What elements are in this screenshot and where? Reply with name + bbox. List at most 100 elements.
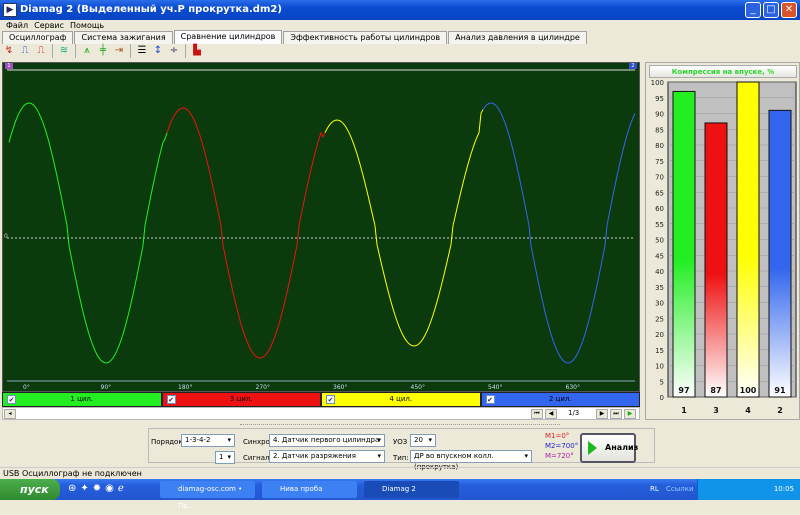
y-tick-label: 10 (655, 363, 664, 371)
cylinder-selector: ✔ 1 цил. ✔ 3 цил. ✔ 4 цил. ✔ 2 цил. (2, 392, 640, 407)
menu-help[interactable]: Помощь (70, 21, 104, 30)
first-page-button[interactable]: ⏮ (531, 409, 543, 419)
close-button[interactable]: ✕ (781, 2, 797, 18)
scroll-left-button[interactable]: ◂ (4, 409, 16, 419)
cylinder-label: 1 цил. (70, 395, 94, 403)
cylinder-4[interactable]: ✔ 4 цил. (321, 392, 481, 407)
zero-label: 0 (4, 233, 8, 240)
x-tick-label: 450° (410, 384, 425, 391)
lines-icon[interactable]: ☰ (135, 44, 149, 58)
task-diamag[interactable]: Diamag 2 (364, 481, 459, 498)
x-tick-label: 0° (23, 384, 30, 391)
x-tick-label: 180° (178, 384, 193, 391)
status-text: USB Осциллограф не подключен (3, 469, 142, 478)
compression-panel: Компрессия на впуске, % 0 5 10 15 20 25 30 35 40… (645, 62, 800, 420)
bar-value-label: 100 (740, 386, 757, 395)
page-indicator: 1/3 (568, 409, 580, 417)
menu-service[interactable]: Сервис (34, 21, 64, 30)
y-tick-label: 80 (655, 142, 664, 150)
scale-icon[interactable]: ↕ (151, 44, 165, 58)
filter-icon[interactable]: ≋ (57, 44, 71, 58)
waveform-cylinder-4 (324, 109, 484, 347)
app-icon: ▶ (3, 3, 17, 17)
tab-ignition[interactable]: Система зажигания (74, 31, 173, 44)
cylinder-1[interactable]: ✔ 1 цил. (2, 392, 162, 407)
signal-select[interactable]: 2. Датчик разряжения (269, 450, 385, 463)
chart-title: Компрессия на впуске, % (649, 65, 797, 78)
tab-oscilloscope[interactable]: Осциллограф (2, 31, 74, 44)
x-tick-label: 270° (255, 384, 270, 391)
marker-m1[interactable]: 1 (5, 63, 13, 69)
bar-value-label: 97 (678, 386, 689, 395)
system-tray: 10:05 (697, 479, 800, 500)
cylinder-2[interactable]: ✔ 2 цил. (480, 392, 640, 407)
tab-cylinder-efficiency[interactable]: Эффективность работы цилиндров (283, 31, 448, 44)
analyze-label: Анализ (605, 443, 639, 452)
task-browser[interactable]: diamag-osc.com • Пр... (160, 481, 255, 510)
y-tick-label: 5 (660, 378, 664, 386)
bar-cylinder-2 (768, 109, 792, 398)
fall-edge-icon[interactable]: ⎍ (34, 44, 48, 58)
y-tick-label: 15 (655, 347, 664, 355)
cylinder-checkbox[interactable]: ✔ (7, 395, 16, 404)
cylinder-3[interactable]: ✔ 3 цил. (161, 392, 321, 407)
uoz-stepper[interactable]: 20 (410, 434, 436, 447)
y-tick-label: 35 (655, 284, 664, 292)
order-stepper[interactable]: 1 (215, 451, 235, 464)
y-tick-label: 90 (655, 111, 664, 119)
controls-panel: Порядок 1-3-4-2 1 Синхро: 4. Датчик перв… (148, 428, 655, 471)
y-tick-label: 0 (660, 394, 664, 402)
y-tick-label: 30 (655, 300, 664, 308)
y-tick-label: 20 (655, 331, 664, 339)
order-label: Порядок (151, 438, 183, 446)
split-icon[interactable]: ╪ (96, 44, 110, 58)
divide-icon[interactable]: ÷ (167, 44, 181, 58)
page-navigator: ◂ ⏮ ◀ 1/3 ▶ ⏭ ▶ (2, 407, 640, 420)
cylinder-checkbox[interactable]: ✔ (326, 395, 335, 404)
cursor-tool-icon[interactable]: ↯ (2, 44, 16, 58)
x-tick-label: 540° (488, 384, 503, 391)
last-page-button[interactable]: ⏭ (610, 409, 622, 419)
menu-file[interactable]: Файл (6, 21, 28, 30)
type-select[interactable]: ДР во впускном колл. (прокрутка) (410, 450, 532, 471)
sync-label: Синхро: (243, 438, 273, 446)
quick-launch-icons[interactable]: ⊛✦✹◉ℯ (68, 483, 128, 494)
play-button[interactable]: ▶ (624, 409, 636, 419)
tab-pressure-analysis[interactable]: Анализ давления в цилиндре (448, 31, 587, 44)
x-category-label: 2 (777, 406, 783, 415)
order-select[interactable]: 1-3-4-2 (181, 434, 235, 447)
lang-indicator[interactable]: RL (650, 479, 659, 500)
waveform-plot[interactable]: 1 2 0 0° 90° 180° 270° 360° 450° 540° 630° (2, 62, 640, 392)
minimize-button[interactable]: _ (745, 2, 761, 18)
cylinder-label: 3 цил. (229, 395, 253, 403)
marker-m2-value: M2=700° (545, 442, 579, 450)
analyze-button[interactable]: Анализ (580, 433, 639, 463)
y-tick-label: 95 (655, 95, 664, 103)
rise-edge-icon[interactable]: ⎍ (18, 44, 32, 58)
splitter[interactable] (240, 424, 560, 427)
cylinder-label: 2 цил. (548, 395, 572, 403)
waveform-svg (7, 69, 636, 382)
next-page-button[interactable]: ▶ (596, 409, 608, 419)
bar-value-label: 91 (774, 386, 786, 395)
tab-bar: Осциллограф Система зажигания Сравнение … (2, 30, 588, 44)
sync-select[interactable]: 4. Датчик первого цилиндра (269, 434, 385, 447)
cylinder-checkbox[interactable]: ✔ (166, 395, 176, 404)
clock[interactable]: 10:05 (774, 485, 794, 493)
task-folder[interactable]: Нива проба (262, 481, 357, 498)
links-toolbar[interactable]: Ссылки (666, 479, 694, 500)
bar-cylinder-3 (704, 122, 728, 398)
waveform-cylinder-3 (166, 107, 326, 359)
tab-cylinder-compare[interactable]: Сравнение цилиндров (173, 30, 283, 44)
marker-m2[interactable]: 2 (629, 63, 637, 69)
shift-icon[interactable]: ⇥ (112, 44, 126, 58)
bar-value-label: 87 (710, 386, 721, 395)
prev-page-button[interactable]: ◀ (545, 409, 557, 419)
report-icon[interactable]: ▙ (190, 44, 204, 58)
start-button[interactable]: пуск (0, 479, 60, 500)
maximize-button[interactable]: □ (763, 2, 779, 18)
overlay-icon[interactable]: ⩚ (80, 44, 94, 58)
cylinder-checkbox[interactable]: ✔ (485, 395, 495, 404)
y-tick-label: 25 (655, 315, 664, 323)
x-tick-label: 360° (333, 384, 348, 391)
